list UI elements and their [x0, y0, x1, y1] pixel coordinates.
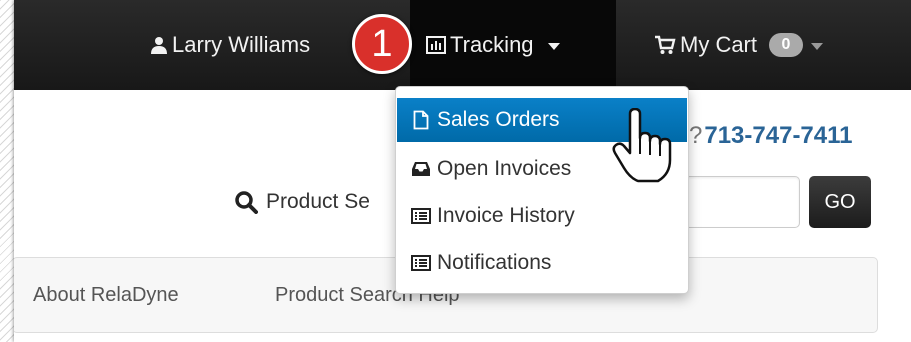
user-icon: [150, 36, 168, 54]
product-search-input[interactable]: [674, 176, 800, 228]
menu-item-label: Invoice History: [437, 204, 575, 227]
document-icon: [411, 110, 431, 130]
inbox-icon: [411, 161, 431, 177]
hand-pointer-icon: [612, 108, 672, 183]
menu-item-invoice-history[interactable]: Invoice History: [397, 194, 687, 238]
menu-item-notifications[interactable]: Notifications: [397, 241, 687, 285]
phone-number: 713-747-7411: [704, 122, 853, 149]
step-callout: 1: [352, 14, 412, 74]
go-button[interactable]: GO: [809, 176, 871, 228]
cart-count-badge: 0: [769, 33, 803, 57]
phone-prefix: ?: [689, 122, 703, 149]
tracking-label: Tracking: [450, 32, 534, 57]
nav-about-reladyne[interactable]: About RelaDyne: [33, 284, 179, 307]
top-navbar: Larry Williams Tracking My Cart 0: [14, 0, 911, 90]
product-search-text: Product Se: [266, 190, 370, 213]
user-name: Larry Williams: [172, 32, 311, 57]
contact-phone[interactable]: ?713-747-7411: [689, 122, 853, 150]
list-icon: [411, 255, 431, 271]
cart-label: My Cart: [680, 32, 757, 57]
product-search-label: Product Se: [234, 186, 370, 218]
cart-icon: [654, 35, 676, 55]
menu-item-label: Open Invoices: [437, 157, 572, 180]
menu-item-label: Sales Orders: [437, 108, 560, 131]
cart-menu[interactable]: My Cart 0: [654, 28, 823, 62]
chevron-down-icon: [547, 42, 560, 50]
search-icon: [234, 190, 258, 214]
tracking-menu-toggle[interactable]: Tracking: [426, 28, 560, 62]
bar-chart-icon: [426, 36, 446, 54]
user-menu[interactable]: Larry Williams: [150, 28, 310, 62]
app-window: Larry Williams Tracking My Cart 0 1 ?713…: [14, 0, 911, 342]
list-icon: [411, 208, 431, 224]
chevron-down-icon: [811, 42, 823, 50]
menu-item-label: Notifications: [437, 251, 552, 274]
